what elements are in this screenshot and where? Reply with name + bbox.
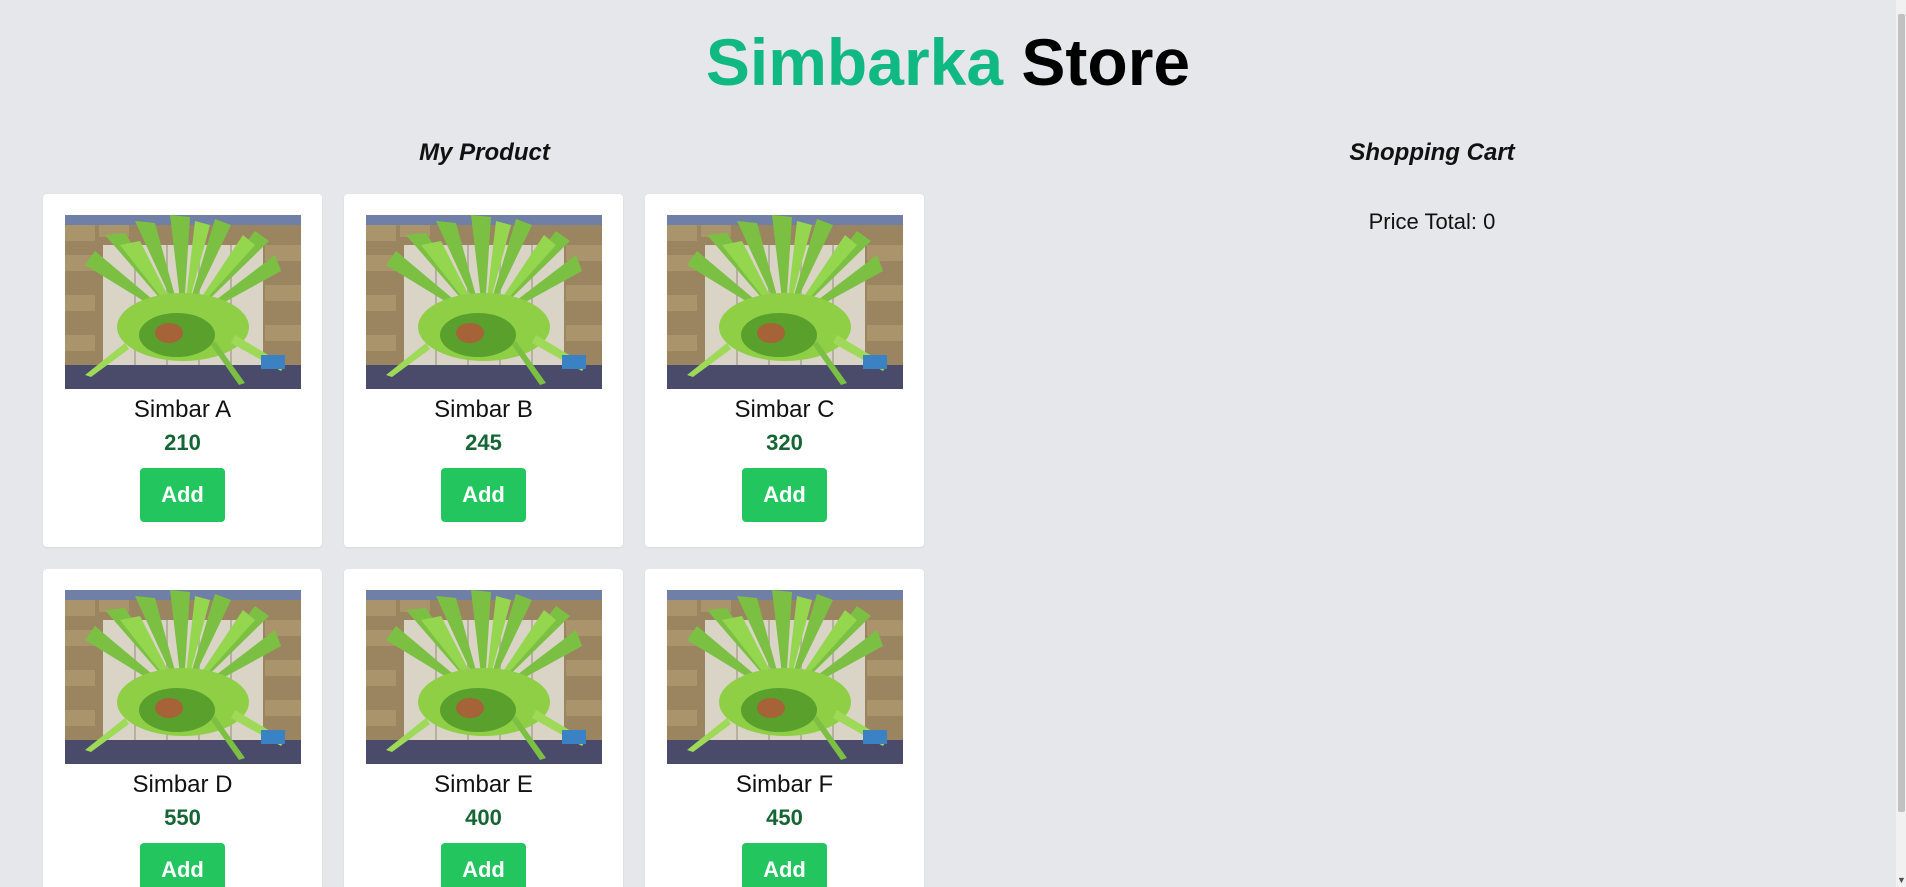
product-image [64, 590, 301, 764]
products-heading: My Product [419, 139, 550, 166]
product-card: Simbar B 245 Add [344, 194, 623, 547]
brand-name: Simbarka [705, 25, 1004, 99]
product-image [365, 590, 602, 764]
product-card: Simbar C 320 Add [645, 194, 924, 547]
product-price: 450 [766, 805, 803, 830]
product-name: Simbar B [434, 396, 533, 423]
product-card: Simbar D 550 Add [43, 569, 322, 887]
product-price: 550 [164, 805, 201, 830]
page-title: Simbarka Store [0, 22, 1896, 102]
product-name: Simbar A [133, 396, 232, 423]
scrollbar-thumb[interactable] [1898, 14, 1905, 812]
product-price: 210 [164, 430, 201, 455]
product-image [365, 215, 602, 389]
page: Simbarka Store My Product Shopping Cart … [0, 0, 1906, 887]
product-name: Simbar D [132, 771, 233, 798]
product-name: Simbar F [735, 771, 834, 798]
product-name: Simbar E [434, 771, 533, 798]
product-image [666, 215, 903, 389]
add-to-cart-button[interactable]: Add [441, 843, 526, 887]
chevron-down-icon[interactable]: ▼ [1897, 875, 1906, 885]
add-to-cart-button[interactable]: Add [742, 843, 827, 887]
cart-price-total: Price Total: 0 [1368, 209, 1496, 234]
product-card: Simbar A 210 Add [43, 194, 322, 547]
add-to-cart-button[interactable]: Add [441, 468, 526, 522]
product-card: Simbar E 400 Add [344, 569, 623, 887]
cart-heading: Shopping Cart [1349, 139, 1515, 166]
add-to-cart-button[interactable]: Add [140, 468, 225, 522]
product-image [666, 590, 903, 764]
add-to-cart-button[interactable]: Add [742, 468, 827, 522]
add-to-cart-button[interactable]: Add [140, 843, 225, 887]
product-image [64, 215, 301, 389]
product-name: Simbar C [734, 396, 835, 423]
vertical-scrollbar[interactable]: ▼ [1896, 0, 1906, 887]
product-price: 320 [766, 430, 803, 455]
store-label: Store [1021, 25, 1191, 99]
product-card: Simbar F 450 Add [645, 569, 924, 887]
product-grid: Simbar A 210 Add Simbar B 245 Add Simbar… [43, 194, 926, 887]
product-price: 245 [465, 430, 502, 455]
product-price: 400 [465, 805, 502, 830]
